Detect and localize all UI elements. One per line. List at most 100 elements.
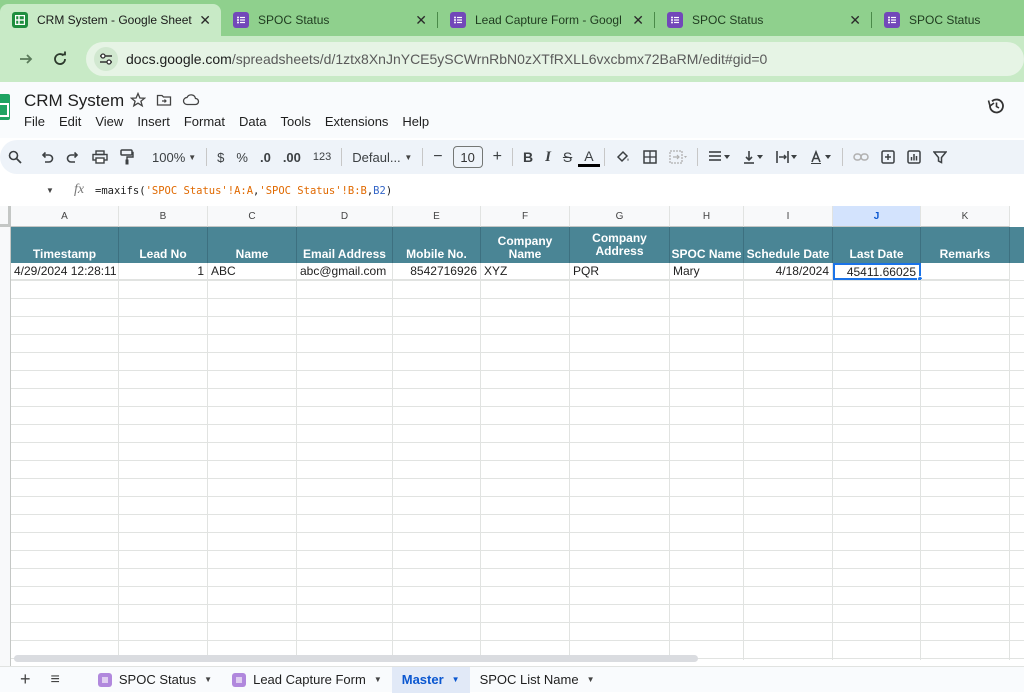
- text-wrapping-icon[interactable]: [770, 145, 804, 169]
- format-currency-button[interactable]: $: [211, 145, 230, 169]
- header-cell[interactable]: Email Address: [297, 227, 393, 263]
- move-folder-icon[interactable]: [156, 92, 172, 112]
- zoom-select[interactable]: 100% ▼: [146, 145, 202, 169]
- column-header-k[interactable]: K: [921, 206, 1010, 227]
- browser-tab-lead-capture-form[interactable]: Lead Capture Form - Googl ✕: [438, 4, 654, 36]
- header-cell[interactable]: Remarks: [921, 227, 1010, 263]
- insert-link-icon[interactable]: [847, 145, 875, 169]
- table-cell[interactable]: 8542716926: [393, 263, 481, 280]
- filter-icon[interactable]: [927, 145, 953, 169]
- column-header-g[interactable]: G: [570, 206, 670, 227]
- header-cell[interactable]: Timestamp: [11, 227, 119, 263]
- insert-comment-icon[interactable]: [875, 145, 901, 169]
- menu-view[interactable]: View: [95, 114, 123, 129]
- column-header-a[interactable]: A: [11, 206, 119, 227]
- search-menus-icon[interactable]: [2, 145, 28, 169]
- print-icon[interactable]: [86, 145, 114, 169]
- bold-button[interactable]: B: [517, 145, 539, 169]
- column-header-h[interactable]: H: [670, 206, 744, 227]
- close-icon[interactable]: ✕: [632, 12, 644, 29]
- table-cell[interactable]: XYZ: [481, 263, 570, 280]
- menu-help[interactable]: Help: [402, 114, 429, 129]
- merge-cells-icon[interactable]: [663, 145, 693, 169]
- text-rotation-icon[interactable]: [804, 145, 838, 169]
- sheet-tab-spoc-list-name[interactable]: SPOC List Name ▼: [470, 667, 605, 693]
- column-header-c[interactable]: C: [208, 206, 297, 227]
- header-cell[interactable]: SPOC Name: [670, 227, 744, 263]
- increase-decimal-button[interactable]: .00: [277, 145, 307, 169]
- format-percent-button[interactable]: %: [230, 145, 254, 169]
- version-history-icon[interactable]: [986, 96, 1006, 121]
- forward-icon[interactable]: [12, 45, 40, 73]
- header-cell[interactable]: Company Name: [481, 227, 570, 263]
- menu-tools[interactable]: Tools: [280, 114, 310, 129]
- selected-cell[interactable]: 45411.66025: [833, 263, 921, 280]
- column-header-d[interactable]: D: [297, 206, 393, 227]
- italic-button[interactable]: I: [539, 145, 557, 169]
- spreadsheet-grid[interactable]: ABCDEFGHIJK Timestamp Lead No Name Email Ad…: [0, 206, 1024, 666]
- browser-tab-spoc-status-3[interactable]: SPOC Status: [872, 4, 1022, 36]
- decrease-font-size-button[interactable]: −: [427, 145, 448, 169]
- close-icon[interactable]: ✕: [415, 12, 427, 29]
- chevron-down-icon[interactable]: ▼: [452, 675, 460, 684]
- omnibox[interactable]: docs.google.com/spreadsheets/d/1ztx8XnJn…: [86, 42, 1024, 76]
- browser-tab-spoc-status[interactable]: SPOC Status ✕: [221, 4, 437, 36]
- table-cell[interactable]: [921, 263, 1010, 280]
- table-cell[interactable]: ABC: [208, 263, 297, 280]
- header-cell[interactable]: Last Date: [833, 227, 921, 263]
- header-cell[interactable]: Name: [208, 227, 297, 263]
- column-header-f[interactable]: F: [481, 206, 570, 227]
- column-header-e[interactable]: E: [393, 206, 481, 227]
- table-cell[interactable]: 4/29/2024 12:28:11: [11, 263, 119, 280]
- column-header-j[interactable]: J: [833, 206, 921, 227]
- menu-extensions[interactable]: Extensions: [325, 114, 389, 129]
- select-all-corner[interactable]: [0, 206, 11, 227]
- table-cell[interactable]: abc@gmail.com: [297, 263, 393, 280]
- horizontal-align-icon[interactable]: [702, 145, 736, 169]
- column-header-i[interactable]: I: [744, 206, 833, 227]
- table-cell[interactable]: Mary: [670, 263, 744, 280]
- column-header-b[interactable]: B: [119, 206, 208, 227]
- all-sheets-button[interactable]: ≡: [41, 667, 70, 693]
- header-cell[interactable]: Mobile No.: [393, 227, 481, 263]
- table-cell[interactable]: 1: [119, 263, 208, 280]
- close-icon[interactable]: ✕: [199, 12, 211, 29]
- header-cell[interactable]: Lead No: [119, 227, 208, 263]
- font-size-input[interactable]: 10: [452, 146, 483, 168]
- undo-icon[interactable]: [34, 145, 60, 169]
- sheet-tab-spoc-status[interactable]: SPOC Status ▼: [88, 667, 222, 693]
- menu-edit[interactable]: Edit: [59, 114, 81, 129]
- sheet-tab-master[interactable]: Master ▼: [391, 666, 470, 693]
- increase-font-size-button[interactable]: +: [487, 145, 508, 169]
- more-formats-button[interactable]: 123: [307, 145, 337, 169]
- chevron-down-icon[interactable]: ▼: [204, 675, 212, 684]
- reload-icon[interactable]: [46, 45, 74, 73]
- chevron-down-icon[interactable]: ▼: [587, 675, 595, 684]
- decrease-decimal-button[interactable]: .0: [254, 145, 277, 169]
- browser-tab-spoc-status-2[interactable]: SPOC Status ✕: [655, 4, 871, 36]
- cloud-status-icon[interactable]: [182, 92, 200, 112]
- add-sheet-button[interactable]: +: [10, 667, 41, 693]
- sheet-tab-lead-capture-form[interactable]: Lead Capture Form ▼: [222, 667, 392, 693]
- header-cell[interactable]: Schedule Date: [744, 227, 833, 263]
- insert-chart-icon[interactable]: [901, 145, 927, 169]
- menu-insert[interactable]: Insert: [137, 114, 170, 129]
- site-info-icon[interactable]: [94, 47, 118, 71]
- browser-tab-crm-system[interactable]: CRM System - Google Sheet ✕: [0, 4, 221, 36]
- menu-file[interactable]: File: [24, 114, 45, 129]
- strikethrough-button[interactable]: S: [557, 145, 578, 169]
- formula-input[interactable]: =maxifs('SPOC Status'!A:A,'SPOC Status'!…: [95, 185, 392, 197]
- menu-data[interactable]: Data: [239, 114, 266, 129]
- close-icon[interactable]: ✕: [849, 12, 861, 29]
- redo-icon[interactable]: [60, 145, 86, 169]
- paint-format-icon[interactable]: [114, 145, 140, 169]
- horizontal-scrollbar[interactable]: [14, 655, 698, 662]
- chevron-down-icon[interactable]: ▼: [374, 675, 382, 684]
- header-cell[interactable]: Company Address: [570, 227, 670, 263]
- name-box-dropdown-icon[interactable]: ▼: [46, 186, 54, 195]
- menu-format[interactable]: Format: [184, 114, 225, 129]
- sheets-logo-icon[interactable]: [0, 94, 10, 120]
- table-cell[interactable]: 4/18/2024: [744, 263, 833, 280]
- borders-icon[interactable]: [637, 145, 663, 169]
- doc-title[interactable]: CRM System: [24, 91, 124, 111]
